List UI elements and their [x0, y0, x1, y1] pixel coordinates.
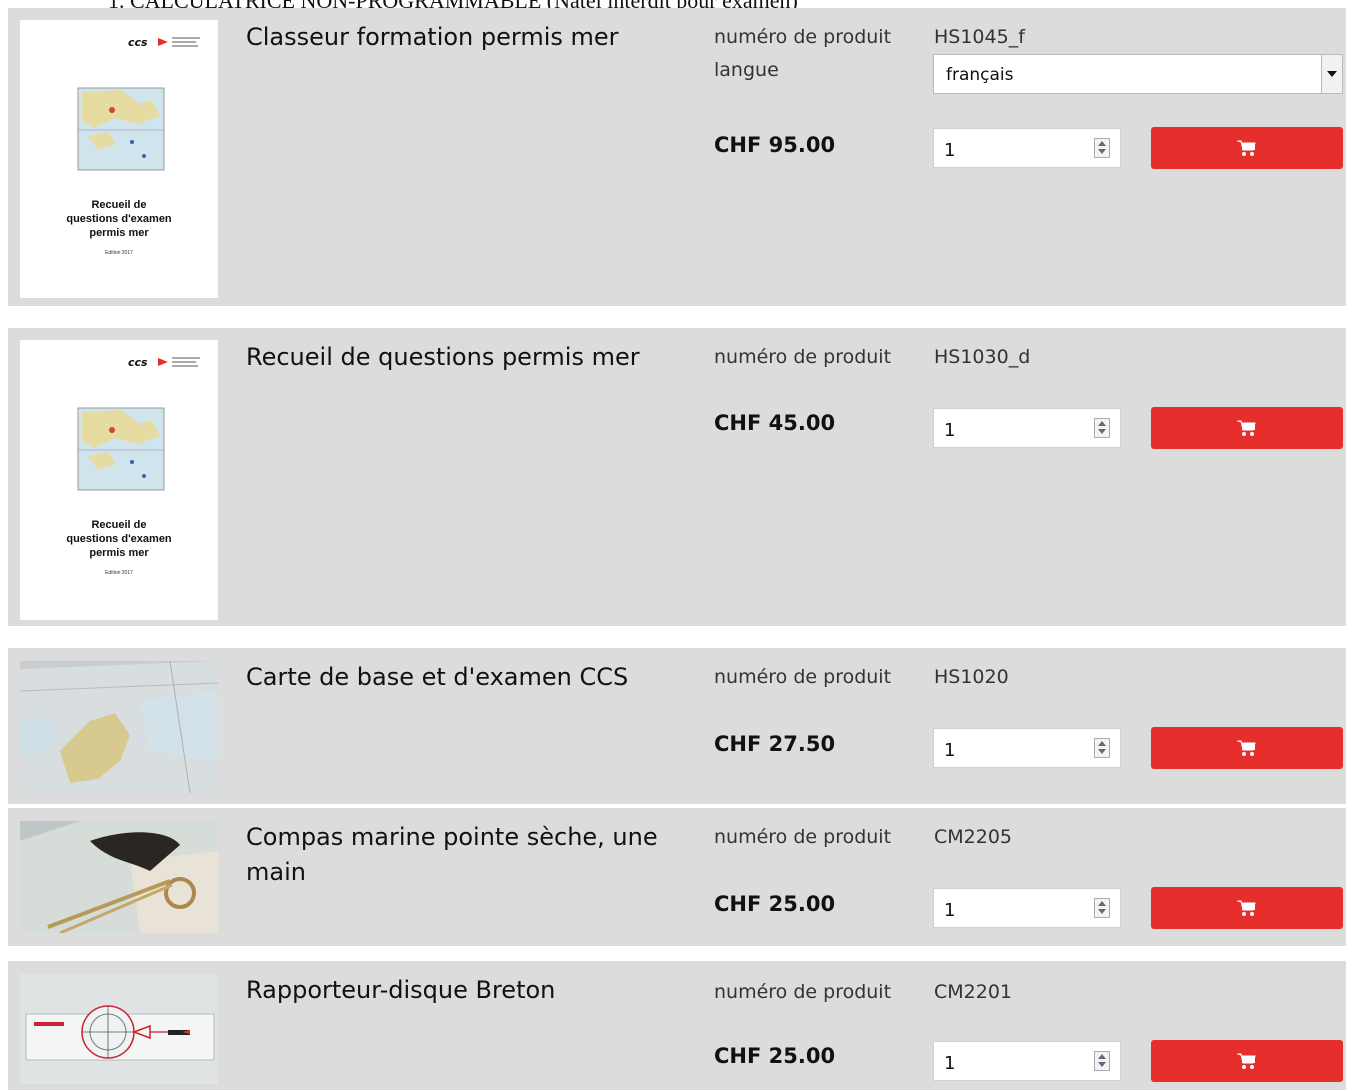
product-price: CHF 27.50 [714, 732, 836, 756]
cover-graphics [77, 37, 200, 171]
language-label: langue [714, 59, 779, 81]
shopping-cart-icon [1237, 420, 1256, 436]
shopping-cart-icon [1237, 1053, 1256, 1069]
product-image[interactable]: ccs Recueil de questions d'examen permis m… [20, 20, 218, 298]
product-title[interactable]: Rapporteur-disque Breton [246, 973, 691, 1008]
cover-title: Recueil de questions d'examen permis mer [66, 519, 172, 559]
product-title[interactable]: Classeur formation permis mer [246, 20, 691, 55]
quantity-stepper[interactable]: 1 [933, 888, 1121, 928]
product-title[interactable]: Recueil de questions permis mer [246, 340, 691, 375]
chart-photo [20, 661, 218, 793]
product-number-label: numéro de produit [714, 826, 892, 848]
product-row: Rapporteur-disque Breton numéro de produ… [8, 961, 1346, 1090]
product-price: CHF 95.00 [714, 133, 836, 157]
cover-edition: Edition 2017 [105, 250, 133, 256]
protractor-photo [20, 974, 218, 1084]
spinner-arrows-icon[interactable] [1094, 898, 1110, 918]
spinner-arrows-icon[interactable] [1094, 1051, 1110, 1071]
quantity-stepper[interactable]: 1 [933, 728, 1121, 768]
product-image[interactable] [20, 974, 218, 1084]
product-row: Compas marine pointe sèche, une main num… [8, 808, 1346, 946]
product-row: Carte de base et d'examen CCS numéro de … [8, 648, 1346, 804]
product-number-label: numéro de produit [714, 666, 892, 688]
product-number-value: CM2205 [934, 826, 1013, 848]
product-number-label: numéro de produit [714, 981, 892, 1003]
product-title[interactable]: Compas marine pointe sèche, une main [246, 820, 691, 890]
product-number-value: HS1045_f [934, 26, 1025, 48]
spinner-arrows-icon[interactable] [1094, 138, 1110, 158]
spinner-arrows-icon[interactable] [1094, 418, 1110, 438]
product-image[interactable]: ccs Recueil de questions d'examen permis m… [20, 340, 218, 620]
add-to-cart-button[interactable] [1151, 127, 1343, 169]
shopping-cart-icon [1237, 740, 1256, 756]
product-image[interactable] [20, 661, 218, 793]
cover-title: Recueil de questions d'examen permis mer [66, 199, 172, 239]
product-row: ccs Recueil de questions d'examen permis m… [8, 8, 1346, 306]
product-number-label: numéro de produit [714, 346, 892, 368]
add-to-cart-button[interactable] [1151, 887, 1343, 929]
product-row: ccs Recueil de questions d'examen permis m… [8, 328, 1346, 626]
product-title[interactable]: Carte de base et d'examen CCS [246, 660, 691, 695]
cover-graphics [77, 357, 200, 491]
product-image[interactable] [20, 821, 218, 933]
quantity-stepper[interactable]: 1 [933, 408, 1121, 448]
cover-edition: Edition 2017 [105, 570, 133, 576]
add-to-cart-button[interactable] [1151, 727, 1343, 769]
compass-photo [20, 821, 218, 933]
shopping-cart-icon [1237, 140, 1256, 156]
product-number-value: HS1030_d [934, 346, 1031, 368]
product-number-label: numéro de produit [714, 26, 892, 48]
product-price: CHF 25.00 [714, 892, 836, 916]
quantity-stepper[interactable]: 1 [933, 1041, 1121, 1081]
spinner-arrows-icon[interactable] [1094, 738, 1110, 758]
product-price: CHF 45.00 [714, 411, 836, 435]
product-number-value: HS1020 [934, 666, 1009, 688]
product-price: CHF 25.00 [714, 1044, 836, 1068]
language-select[interactable]: français [933, 54, 1343, 94]
add-to-cart-button[interactable] [1151, 407, 1343, 449]
add-to-cart-button[interactable] [1151, 1040, 1343, 1082]
quantity-stepper[interactable]: 1 [933, 128, 1121, 168]
chevron-down-icon[interactable] [1321, 55, 1342, 93]
product-number-value: CM2201 [934, 981, 1013, 1003]
shopping-cart-icon [1237, 900, 1256, 916]
